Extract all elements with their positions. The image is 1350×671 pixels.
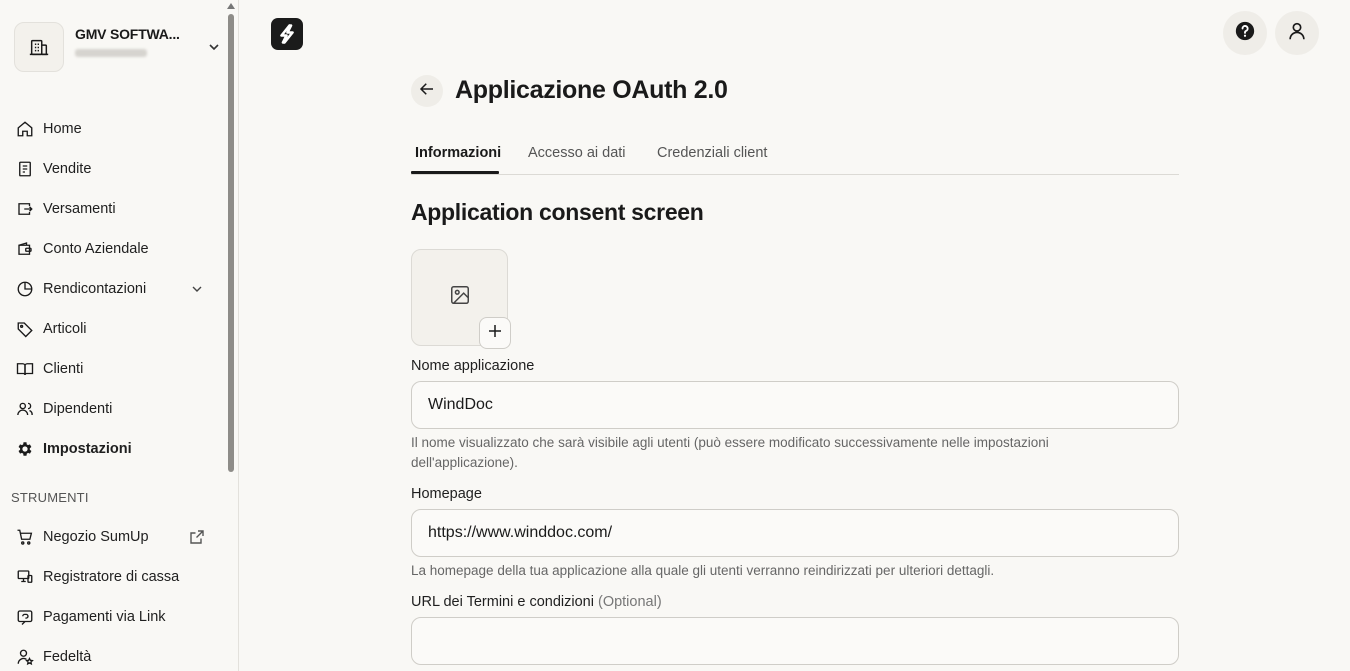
register-icon xyxy=(15,567,35,587)
sidebar-item-vendite[interactable]: Vendite xyxy=(15,157,215,181)
cart-icon xyxy=(15,527,35,547)
link-payment-icon xyxy=(15,607,35,627)
scroll-up-arrow-icon[interactable] xyxy=(226,2,236,10)
sidebar-item-negozio-sumup[interactable]: Negozio SumUp xyxy=(15,525,215,549)
sidebar-item-label: Negozio SumUp xyxy=(43,529,149,545)
sidebar-item-conto-aziendale[interactable]: Conto Aziendale xyxy=(15,237,215,261)
receipt-icon xyxy=(15,159,35,179)
sidebar-item-label: Fedeltà xyxy=(43,649,92,665)
payout-icon xyxy=(15,199,35,219)
book-icon xyxy=(15,359,35,379)
sidebar-item-label: Home xyxy=(43,121,82,137)
sidebar-item-label: Conto Aziendale xyxy=(43,241,149,257)
add-image-button[interactable] xyxy=(479,317,511,349)
app-name-help: Il nome visualizzato che sarà visibile a… xyxy=(411,435,1049,470)
active-tab-indicator xyxy=(411,171,499,174)
loyalty-icon xyxy=(15,647,35,667)
sidebar-item-label: Clienti xyxy=(43,361,84,377)
sidebar-item-articoli[interactable]: Articoli xyxy=(15,317,215,341)
sidebar-item-label: Versamenti xyxy=(43,201,116,217)
sidebar-item-label: Dipendenti xyxy=(43,401,113,417)
help-button[interactable] xyxy=(1223,11,1267,55)
account-subtitle-blurred xyxy=(75,48,147,57)
app-name-input[interactable] xyxy=(411,381,1179,429)
home-icon xyxy=(15,119,35,139)
back-button[interactable] xyxy=(411,75,443,107)
tools-section-label: STRUMENTI xyxy=(11,490,89,505)
arrow-left-icon xyxy=(418,80,436,103)
sidebar-scrollbar-thumb[interactable] xyxy=(228,14,234,472)
sidebar-item-label: Vendite xyxy=(43,161,92,177)
terms-url-input[interactable] xyxy=(411,617,1179,665)
users-icon xyxy=(15,399,35,419)
sidebar-item-registratore-di-cassa[interactable]: Registratore di cassa xyxy=(15,565,215,589)
image-icon xyxy=(449,284,471,311)
profile-button[interactable] xyxy=(1275,11,1319,55)
sidebar-item-versamenti[interactable]: Versamenti xyxy=(15,197,215,221)
optional-tag: (Optional) xyxy=(597,594,662,610)
tab-bar: Informazioni Accesso ai dati Credenziali… xyxy=(411,138,1179,175)
external-link-icon[interactable] xyxy=(189,529,205,545)
sidebar-item-label: Registratore di cassa xyxy=(43,569,180,585)
sidebar-item-home[interactable]: Home xyxy=(15,117,215,141)
help-icon xyxy=(1234,20,1256,47)
sidebar-item-label: Articoli xyxy=(43,321,87,337)
sidebar-item-clienti[interactable]: Clienti xyxy=(15,357,215,381)
homepage-label: Homepage xyxy=(411,486,482,502)
wallet-icon xyxy=(15,239,35,259)
chevron-down-icon[interactable] xyxy=(206,39,222,55)
sidebar-item-pagamenti-via-link[interactable]: Pagamenti via Link xyxy=(15,605,215,629)
sidebar-item-label: Impostazioni xyxy=(43,441,132,457)
homepage-input[interactable] xyxy=(411,509,1179,557)
terms-url-label-text: URL dei Termini e condizioni xyxy=(411,594,594,610)
page-title: Applicazione OAuth 2.0 xyxy=(455,76,728,104)
pie-chart-icon xyxy=(15,279,35,299)
user-icon xyxy=(1286,20,1308,47)
account-switcher[interactable]: GMV SOFTWA... xyxy=(14,22,224,72)
tab-credenziali-client[interactable]: Credenziali client xyxy=(657,145,767,161)
building-icon xyxy=(14,22,64,72)
terms-url-label: URL dei Termini e condizioni (Optional) xyxy=(411,594,662,610)
sumup-logo[interactable] xyxy=(271,18,303,50)
app-name-label: Nome applicazione xyxy=(411,358,535,374)
tab-accesso-ai-dati[interactable]: Accesso ai dati xyxy=(528,145,626,161)
sidebar-item-fedelta[interactable]: Fedeltà xyxy=(15,645,215,669)
sidebar-item-label: Rendicontazioni xyxy=(43,281,147,297)
plus-icon xyxy=(486,322,504,345)
section-title: Application consent screen xyxy=(411,199,704,225)
sidebar-item-dipendenti[interactable]: Dipendenti xyxy=(15,397,215,421)
tab-informazioni[interactable]: Informazioni xyxy=(415,145,501,161)
gear-icon xyxy=(15,439,35,459)
homepage-help: La homepage della tua applicazione alla … xyxy=(411,563,995,578)
app-root: GMV SOFTWA... Home Vendite Versamenti Co… xyxy=(0,0,1350,671)
account-name: GMV SOFTWA... xyxy=(75,25,180,42)
sidebar-item-label: Pagamenti via Link xyxy=(43,609,166,625)
sidebar-item-rendicontazioni[interactable]: Rendicontazioni xyxy=(15,277,215,301)
sidebar-item-impostazioni[interactable]: Impostazioni xyxy=(15,437,215,461)
tag-icon xyxy=(15,319,35,339)
sidebar: GMV SOFTWA... Home Vendite Versamenti Co… xyxy=(0,0,239,671)
chevron-down-icon[interactable] xyxy=(189,281,205,297)
